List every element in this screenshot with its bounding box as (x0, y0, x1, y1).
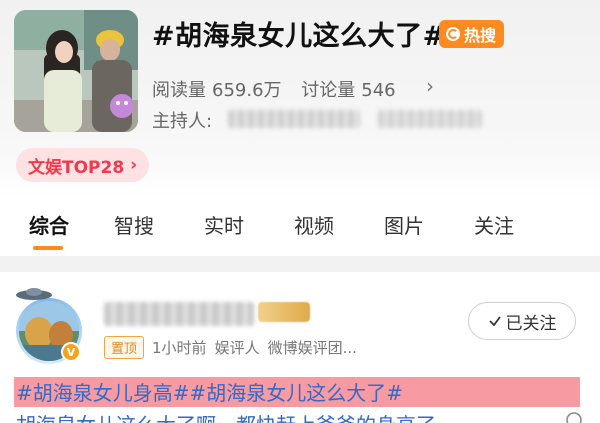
tab-images[interactable]: 图片 (384, 210, 424, 239)
reads-value: 659.6万 (212, 80, 282, 101)
tab-bar: 综合 智搜 实时 视频 图片 关注 (0, 200, 600, 256)
host-label: 主持人: (152, 111, 213, 132)
author-avatar[interactable]: V (14, 286, 84, 364)
chevron-right-icon: › (130, 155, 138, 175)
rank-chip-label: 文娱TOP28 (28, 157, 125, 178)
chevron-right-icon[interactable]: › (426, 74, 434, 98)
discussions-value: 546 (361, 80, 396, 101)
pinned-badge: 置顶 (104, 336, 145, 359)
author-role: 娱评人 (214, 339, 260, 357)
tab-video[interactable]: 视频 (294, 210, 334, 239)
post-text-clip: 胡海泉女儿这么大了啊，都快赶上爸爸的身高了 (0, 409, 600, 423)
rank-chip[interactable]: 文娱TOP28 › (16, 148, 150, 182)
expand-icon[interactable] (566, 412, 582, 423)
post-meta: 置顶 1小时前 娱评人 微博娱评团... (104, 336, 357, 359)
vip-badge-icon (258, 302, 310, 322)
post-hashtags[interactable]: #胡海泉女儿身高##胡海泉女儿这么大了# (16, 377, 403, 406)
hot-search-badge: 热搜 (439, 20, 505, 48)
verified-badge-icon: V (61, 342, 81, 362)
check-icon (488, 316, 501, 327)
post-text: 胡海泉女儿这么大了啊，都快赶上爸爸的身高了 (16, 409, 436, 423)
host-name-blurred (378, 110, 482, 128)
tab-realtime[interactable]: 实时 (204, 210, 244, 239)
follow-button-label: 已关注 (505, 313, 557, 334)
topic-cover-image[interactable] (14, 10, 138, 132)
host-name-blurred (228, 110, 360, 128)
section-divider (0, 256, 600, 272)
follow-button[interactable]: 已关注 (468, 302, 576, 340)
author-org: 微博娱评团... (267, 339, 357, 357)
avatar-decoration-icon (16, 288, 52, 300)
hot-search-icon (446, 27, 460, 41)
tab-smart-search[interactable]: 智搜 (114, 210, 154, 239)
post-card: V 置顶 1小时前 娱评人 微博娱评团... 已关注 #胡海泉女儿身高##胡海泉… (0, 272, 600, 423)
hot-search-label: 热搜 (464, 26, 497, 45)
active-tab-indicator (33, 246, 63, 250)
discussions-label: 讨论量 (301, 80, 356, 101)
topic-title: #胡海泉女儿这么大了# (152, 21, 446, 52)
tab-comprehensive[interactable]: 综合 (29, 210, 69, 239)
topic-stats: 阅读量 659.6万 讨论量 546 (152, 76, 402, 102)
post-time: 1小时前 (152, 339, 207, 357)
reads-label: 阅读量 (152, 80, 206, 101)
author-name-blurred[interactable] (104, 302, 254, 326)
tab-following[interactable]: 关注 (474, 210, 514, 239)
